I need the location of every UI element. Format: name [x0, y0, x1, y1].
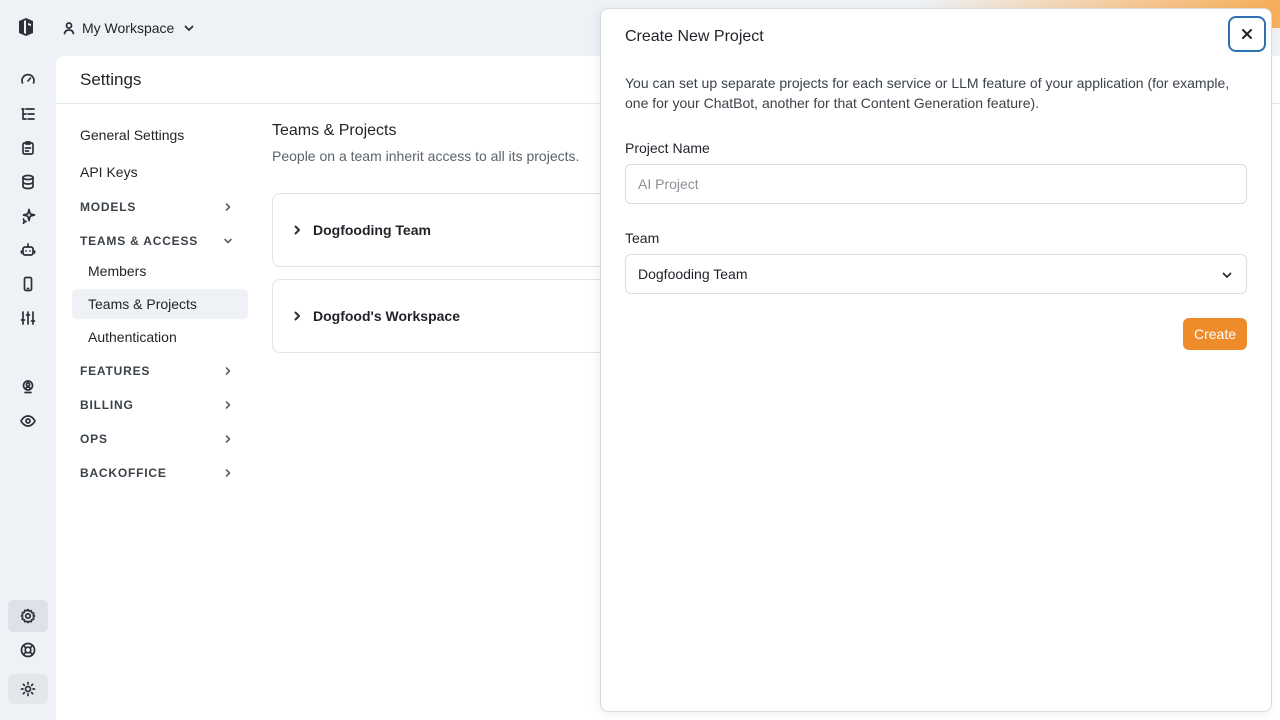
app-rail	[0, 0, 56, 720]
nav-section-backoffice[interactable]: BACKOFFICE	[72, 459, 248, 487]
settings-gear-icon[interactable]	[8, 600, 48, 632]
nav-section-models[interactable]: MODELS	[72, 193, 248, 221]
nav-section-label: BACKOFFICE	[80, 466, 167, 480]
team-name: Dogfooding Team	[313, 222, 431, 238]
section-heading: Teams & Projects	[272, 122, 397, 139]
nav-section-ops[interactable]: OPS	[72, 425, 248, 453]
team-select-value: Dogfooding Team	[638, 266, 748, 282]
nav-section-label: MODELS	[80, 200, 137, 214]
teams-projects-content: Teams & Projects People on a team inheri…	[272, 122, 579, 164]
user-icon	[63, 22, 75, 35]
section-description: People on a team inherit access to all i…	[272, 148, 580, 164]
chevron-right-icon	[225, 367, 231, 375]
project-name-input[interactable]	[625, 164, 1247, 204]
bot-icon[interactable]	[16, 238, 40, 262]
traces-icon[interactable]	[16, 102, 40, 126]
create-button[interactable]: Create	[1183, 318, 1247, 350]
project-name-label: Project Name	[625, 140, 710, 156]
modal-description: You can set up separate projects for eac…	[625, 75, 1230, 111]
close-icon	[1242, 29, 1252, 39]
nav-section-label: FEATURES	[80, 364, 151, 378]
team-label: Team	[625, 230, 660, 246]
monitor-person-icon[interactable]	[16, 375, 40, 399]
nav-authentication[interactable]: Authentication	[72, 322, 248, 352]
sparkles-icon[interactable]	[16, 204, 40, 228]
chevron-right-icon	[225, 469, 231, 477]
chevron-right-icon	[225, 435, 231, 443]
workspace-label: My Workspace	[82, 20, 175, 36]
clipboard-icon[interactable]	[16, 136, 40, 160]
create-project-modal: Create New Project You can set up separa…	[600, 8, 1272, 712]
nav-api-keys[interactable]: API Keys	[72, 157, 248, 187]
nav-section-label: OPS	[80, 432, 108, 446]
workspace-switcher[interactable]: My Workspace	[62, 17, 196, 39]
theme-sun-icon[interactable]	[8, 674, 48, 704]
nav-general-settings[interactable]: General Settings	[72, 120, 248, 150]
chevron-right-icon	[294, 225, 300, 235]
chevron-down-icon	[224, 238, 232, 244]
nav-section-teams-access[interactable]: TEAMS & ACCESS	[72, 227, 248, 255]
close-button[interactable]	[1228, 16, 1266, 52]
nav-section-label: BILLING	[80, 398, 134, 412]
settings-nav: General Settings API Keys MODELS TEAMS &…	[72, 120, 248, 487]
database-icon[interactable]	[16, 170, 40, 194]
app-logo-icon[interactable]	[15, 16, 37, 38]
chevron-down-icon	[184, 25, 194, 31]
dashboard-icon[interactable]	[16, 68, 40, 92]
nav-teams-projects[interactable]: Teams & Projects	[72, 289, 248, 319]
chevron-right-icon	[225, 203, 231, 211]
team-name: Dogfood's Workspace	[313, 308, 460, 324]
nav-members[interactable]: Members	[72, 256, 248, 286]
nav-section-label: TEAMS & ACCESS	[80, 234, 199, 248]
page-title: Settings	[80, 69, 142, 89]
chevron-down-icon	[1222, 272, 1232, 278]
help-lifebuoy-icon[interactable]	[16, 638, 40, 662]
nav-section-features[interactable]: FEATURES	[72, 357, 248, 385]
chevron-right-icon	[294, 311, 300, 321]
smartphone-icon[interactable]	[16, 272, 40, 296]
modal-title: Create New Project	[625, 28, 764, 45]
nav-section-billing[interactable]: BILLING	[72, 391, 248, 419]
sliders-icon[interactable]	[16, 306, 40, 330]
chevron-right-icon	[225, 401, 231, 409]
team-select[interactable]: Dogfooding Team	[625, 254, 1247, 294]
eye-icon[interactable]	[16, 409, 40, 433]
